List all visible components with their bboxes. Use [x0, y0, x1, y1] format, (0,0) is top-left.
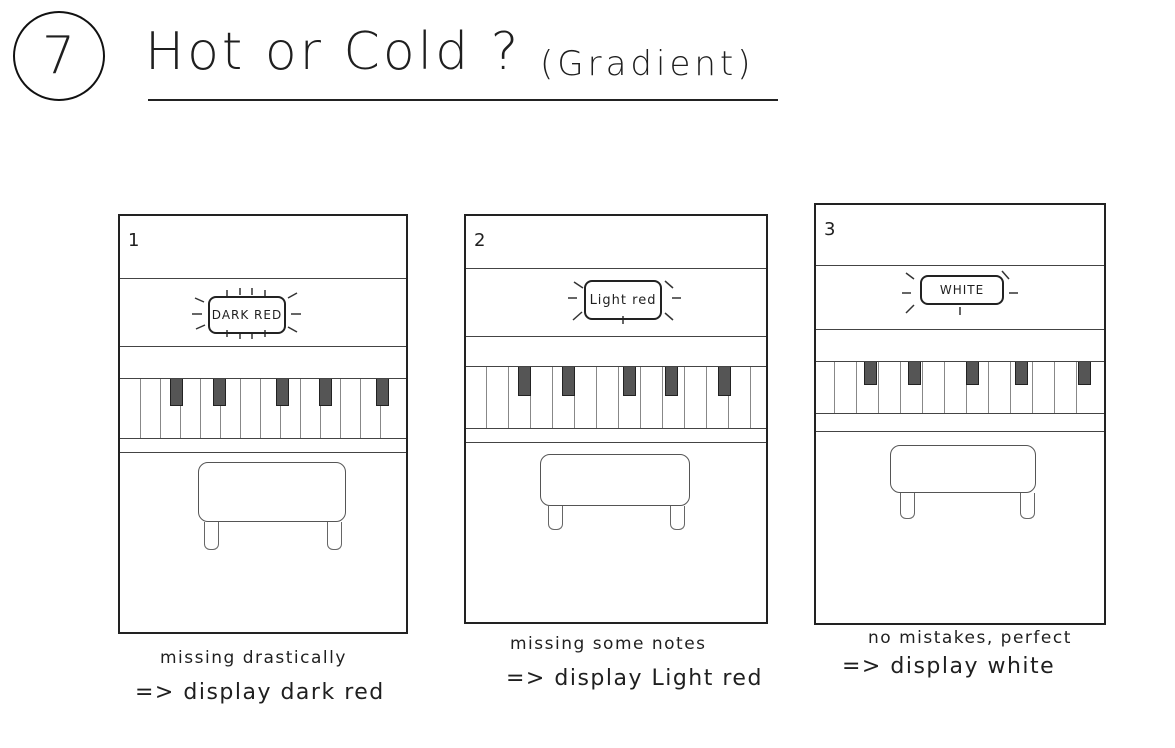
- panel-number: 3: [824, 219, 837, 240]
- panel-number: 2: [474, 230, 487, 251]
- panel-number: 1: [128, 230, 141, 251]
- piano-top-line: [120, 346, 406, 347]
- color-badge: DARK RED: [208, 296, 286, 334]
- bench-leg: [204, 522, 219, 550]
- page-subtitle: (Gradient): [540, 44, 755, 84]
- caption-1-top: missing drastically: [160, 648, 347, 668]
- caption-1-bottom: => display dark red: [135, 680, 385, 705]
- storyboard-panel-1: 1 DARK RED: [118, 214, 408, 634]
- keys-top-line: [120, 378, 406, 379]
- caption-2-top: missing some notes: [510, 634, 707, 654]
- title-number: 7: [41, 26, 77, 86]
- caption-3-bottom: => display white: [842, 654, 1056, 679]
- floor-line: [120, 452, 406, 453]
- piano-keyboard: [816, 361, 1104, 413]
- storyboard-panel-3: 3 WHITE: [814, 203, 1106, 625]
- keys-top-line: [466, 366, 766, 367]
- color-badge: Light red: [584, 280, 662, 320]
- storyboard-panel-2: 2 Light red: [464, 214, 768, 624]
- keys-bottom-line: [120, 438, 406, 439]
- keys-top-line: [816, 361, 1104, 362]
- title-underline: [148, 99, 778, 101]
- floor-line: [816, 431, 1104, 432]
- piano-bench: [540, 454, 690, 506]
- piano-top-line: [816, 329, 1104, 330]
- caption-3-top: no mistakes, perfect: [868, 628, 1072, 648]
- piano-bench: [890, 445, 1036, 493]
- color-badge: WHITE: [920, 275, 1004, 305]
- caption-2-bottom: => display Light red: [506, 666, 763, 691]
- piano-bench: [198, 462, 346, 522]
- page-title: Hot or Cold ?: [145, 22, 522, 82]
- floor-line: [466, 442, 766, 443]
- keys-bottom-line: [466, 428, 766, 429]
- bench-leg: [327, 522, 342, 550]
- bench-leg: [670, 506, 685, 530]
- bench-leg: [900, 493, 915, 519]
- bench-leg: [1020, 493, 1035, 519]
- wall-line: [816, 265, 1104, 266]
- piano-keyboard: [120, 378, 406, 438]
- keys-bottom-line: [816, 413, 1104, 414]
- wall-line: [466, 268, 766, 269]
- bench-leg: [548, 506, 563, 530]
- wall-line: [120, 278, 406, 279]
- piano-keyboard: [466, 366, 766, 428]
- piano-top-line: [466, 336, 766, 337]
